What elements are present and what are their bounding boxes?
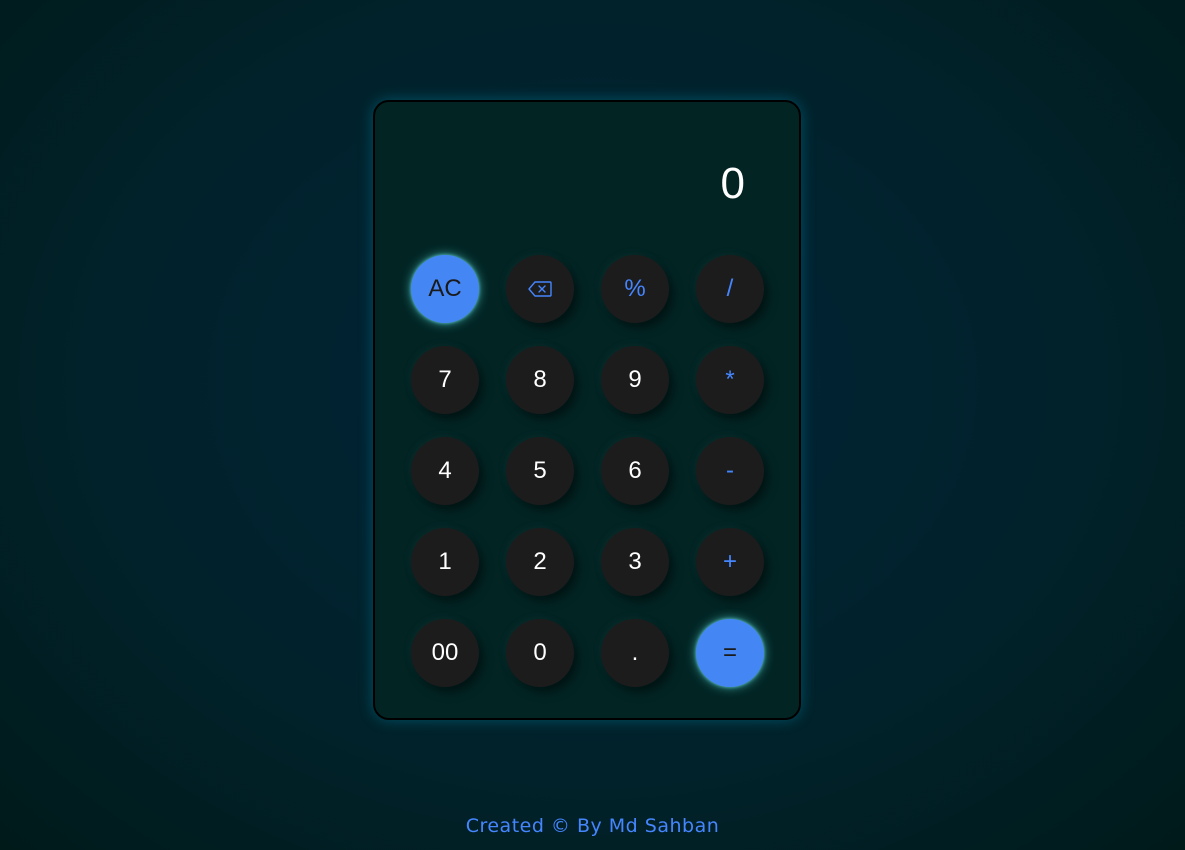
keypad: AC % / 7 8 9 * 4 5 6 - 1 2 3 + 00 0 . = [411,255,768,687]
all-clear-button[interactable]: AC [411,255,479,323]
display-value: 0 [720,159,745,208]
backspace-button[interactable] [506,255,574,323]
footer-credit: Created © By Md Sahban [465,815,720,837]
equals-button[interactable]: = [696,619,764,687]
divide-button[interactable]: / [696,255,764,323]
digit-2-button[interactable]: 2 [506,528,574,596]
subtract-button[interactable]: - [696,437,764,505]
digit-7-button[interactable]: 7 [411,346,479,414]
digit-3-button[interactable]: 3 [601,528,669,596]
digit-8-button[interactable]: 8 [506,346,574,414]
digit-9-button[interactable]: 9 [601,346,669,414]
backspace-icon [528,281,552,297]
multiply-button[interactable]: * [696,346,764,414]
digit-5-button[interactable]: 5 [506,437,574,505]
decimal-button[interactable]: . [601,619,669,687]
digit-1-button[interactable]: 1 [411,528,479,596]
double-zero-button[interactable]: 00 [411,619,479,687]
calculator-panel: 0 AC % / 7 8 9 * 4 5 6 - 1 2 3 + 00 0 . … [373,100,801,720]
percent-button[interactable]: % [601,255,669,323]
digit-0-button[interactable]: 0 [506,619,574,687]
add-button[interactable]: + [696,528,764,596]
digit-6-button[interactable]: 6 [601,437,669,505]
digit-4-button[interactable]: 4 [411,437,479,505]
